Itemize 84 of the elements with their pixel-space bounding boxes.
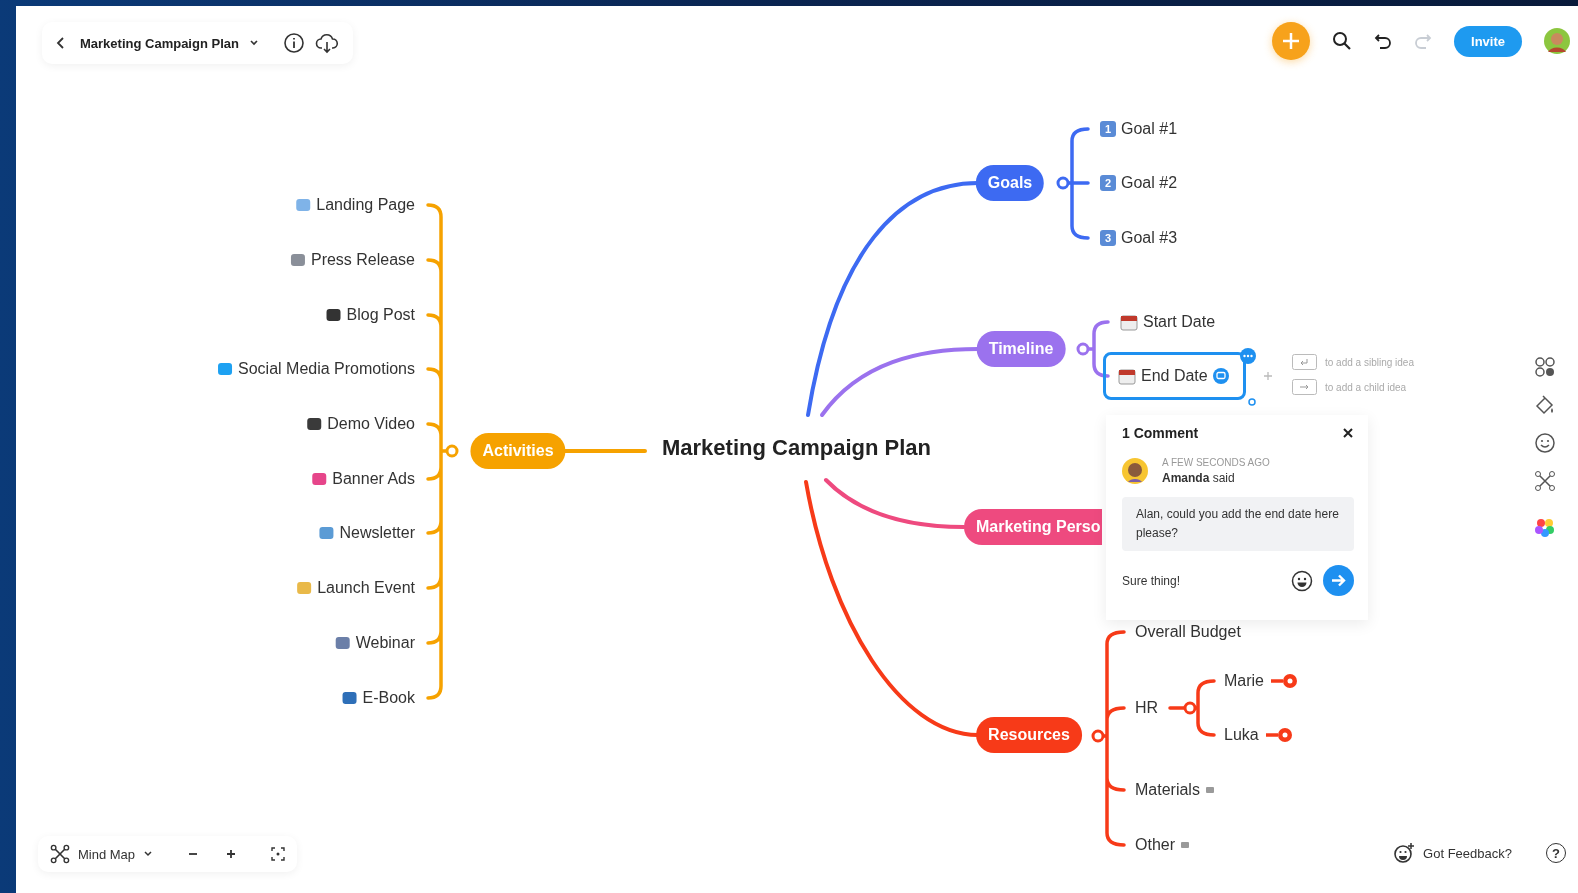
emoji-icon[interactable]: [1291, 569, 1313, 592]
send-button[interactable]: [1323, 565, 1354, 597]
sticker-icon: [334, 635, 351, 651]
view-selector[interactable]: Mind Map: [78, 846, 136, 862]
feedback-icon[interactable]: [1393, 842, 1416, 864]
sticker-icon: [289, 252, 306, 268]
number-badge: 3: [1100, 230, 1116, 246]
key-icon: [1292, 379, 1317, 395]
subtopic[interactable]: Social Media Promotions: [217, 360, 415, 378]
search-icon[interactable]: [1332, 31, 1353, 51]
subtopic[interactable]: Demo Video: [306, 415, 415, 433]
subtopic[interactable]: Launch Event: [296, 579, 415, 597]
branch-brace: [1168, 679, 1216, 737]
sticker-icon: [296, 580, 313, 596]
cloud-download-icon[interactable]: [314, 32, 339, 54]
subtopic[interactable]: 3 Goal #3: [1100, 229, 1178, 247]
central-topic[interactable]: Marketing Campaign Plan: [662, 435, 931, 461]
branch-topic[interactable]: Resources: [976, 717, 1082, 753]
sticker-icon: [311, 471, 328, 487]
hub-dot[interactable]: [1183, 701, 1197, 715]
close-icon[interactable]: [1342, 427, 1354, 439]
number-badge: 2: [1100, 175, 1116, 191]
subtopic[interactable]: E-Book: [341, 689, 415, 707]
subtopic[interactable]: Materials: [1135, 781, 1215, 799]
sticker-icon: [325, 307, 342, 323]
paint-bucket-icon[interactable]: [1534, 394, 1556, 416]
zoom-in-icon[interactable]: [225, 848, 238, 860]
hub-dot[interactable]: [1091, 729, 1105, 743]
subtopic[interactable]: Start Date: [1120, 313, 1216, 331]
number-badge: 1: [1100, 121, 1116, 137]
fit-screen-icon[interactable]: [271, 847, 286, 861]
subtopic[interactable]: 1 Goal #1: [1100, 120, 1178, 138]
resize-handle[interactable]: [1248, 398, 1256, 406]
subtopic[interactable]: Press Release: [289, 251, 415, 269]
subtopic[interactable]: Webinar: [334, 634, 415, 652]
undo-icon[interactable]: [1374, 32, 1393, 50]
more-icon[interactable]: [1240, 348, 1256, 364]
subtopic[interactable]: Landing Page: [295, 196, 415, 214]
calendar-icon: [1120, 313, 1138, 331]
comment-time: A FEW SECONDS AGO: [1162, 457, 1270, 468]
branch-topic[interactable]: Marketing Perso: [964, 509, 1103, 545]
caret-icon[interactable]: [248, 39, 259, 47]
subtopic[interactable]: Overall Budget: [1135, 623, 1241, 641]
hint-text: to add a child idea: [1325, 381, 1407, 393]
note-icon[interactable]: [1204, 785, 1215, 795]
comment-badge-icon[interactable]: [1212, 368, 1229, 384]
emoji-icon[interactable]: [1534, 432, 1556, 454]
sticker-icon: [306, 416, 323, 432]
hub-dot[interactable]: [445, 444, 459, 458]
feedback-link[interactable]: Got Feedback?: [1423, 845, 1512, 861]
color-palette-icon[interactable]: [1534, 516, 1556, 538]
help-button[interactable]: ?: [1546, 843, 1566, 863]
subtopic[interactable]: End Date: [1103, 352, 1246, 400]
comment-message: Alan, could you add the end date here please?: [1122, 497, 1354, 552]
hub-dot[interactable]: [1056, 176, 1070, 190]
key-icon: [1292, 354, 1317, 370]
subtopic[interactable]: Marie: [1224, 671, 1301, 691]
subtopic[interactable]: HR: [1135, 699, 1159, 717]
avatar-icon: [1122, 458, 1148, 484]
subtopic[interactable]: Banner Ads: [311, 470, 415, 488]
hub-dot[interactable]: [1076, 342, 1090, 356]
hint-text: to add a sibling idea: [1325, 356, 1414, 368]
caret-icon[interactable]: [143, 850, 154, 858]
mind-map-icon[interactable]: [50, 844, 70, 864]
calendar-icon: [1118, 367, 1136, 385]
back-icon[interactable]: [56, 36, 66, 50]
subtopic[interactable]: Blog Post: [325, 306, 415, 324]
note-icon[interactable]: [1180, 840, 1190, 850]
subtopic[interactable]: 2 Goal #2: [1100, 174, 1178, 192]
sticker-icon: [341, 690, 358, 706]
sticker-icon: [217, 361, 234, 377]
comment-author: Amanda said: [1162, 471, 1236, 485]
sticker-icon: [295, 197, 312, 213]
document-title[interactable]: Marketing Campaign Plan: [80, 35, 239, 51]
layout-icon[interactable]: [1534, 356, 1556, 378]
branch-topic[interactable]: Goals: [975, 165, 1045, 201]
sticker-icon: [318, 525, 335, 541]
avatar-icon[interactable]: [1544, 28, 1570, 54]
mind-map-icon[interactable]: [1534, 470, 1556, 492]
info-icon[interactable]: [282, 32, 305, 54]
subtopic[interactable]: Other: [1135, 836, 1190, 854]
comment-count: 1 Comment: [1122, 425, 1199, 441]
subtopic[interactable]: Newsletter: [318, 524, 415, 542]
subtopic[interactable]: Luka: [1224, 725, 1296, 745]
